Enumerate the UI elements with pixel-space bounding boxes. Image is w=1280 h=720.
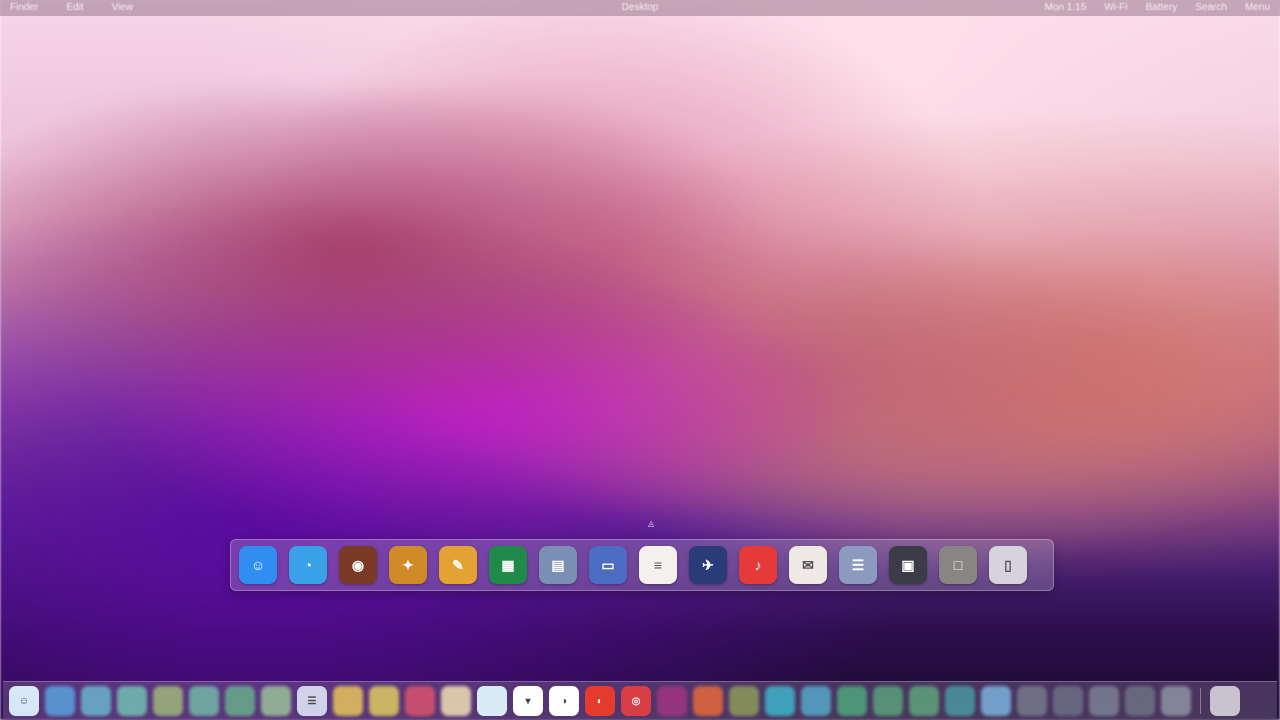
dock-app-18-icon[interactable] <box>657 686 687 716</box>
menu-status-3[interactable]: Battery <box>1146 0 1178 16</box>
editor-icon[interactable]: ✎ <box>439 546 477 584</box>
dock-app-24-icon[interactable] <box>873 686 903 716</box>
dock-trash-icon[interactable] <box>1210 686 1240 716</box>
dock-app-6-icon[interactable] <box>225 686 255 716</box>
browser-icon[interactable]: ◔ <box>289 546 327 584</box>
trash-icon[interactable]: ▯ <box>989 546 1027 584</box>
dock-app-4-icon[interactable] <box>153 686 183 716</box>
dock-app-30-icon[interactable] <box>1089 686 1119 716</box>
cursor-icon: ◬ <box>648 519 655 528</box>
dock-app-28-icon[interactable] <box>1017 686 1047 716</box>
dock-app-2-icon[interactable] <box>81 686 111 716</box>
menu-status-5[interactable]: Menu <box>1245 0 1270 16</box>
dock-app-3-icon[interactable] <box>117 686 147 716</box>
document-grid-icon[interactable]: ▤ <box>539 546 577 584</box>
text-document-icon[interactable]: ≡ <box>639 546 677 584</box>
dock-app-27-icon[interactable] <box>981 686 1011 716</box>
menu-status-1[interactable]: Mon 1:15 <box>1045 0 1087 16</box>
finder-dock-icon[interactable]: ☺ <box>9 686 39 716</box>
menu-status-2[interactable]: Wi-Fi <box>1104 0 1127 16</box>
menu-bar-right: Mon 1:15 Wi-Fi Battery Search Menu <box>1045 0 1280 16</box>
dock-app-17-icon[interactable]: ◎ <box>621 686 651 716</box>
dock-app-26-icon[interactable] <box>945 686 975 716</box>
menu-item-view[interactable]: View <box>112 0 134 16</box>
menu-bar-center-text: Desktop <box>621 2 659 13</box>
dock-app-1-icon[interactable] <box>45 686 75 716</box>
dock-app-21-icon[interactable] <box>765 686 795 716</box>
dock-app-15-icon[interactable]: ◑ <box>549 686 579 716</box>
app-switcher[interactable]: ☺ ◔ ◉ ✦ ✎ ▦ ▤ ▭ ≡ ✈ ♪ ✉ ☰ ▣ □ ▯ <box>230 539 1054 591</box>
dock-app-5-icon[interactable] <box>189 686 219 716</box>
dock-app-10-icon[interactable] <box>369 686 399 716</box>
dock-app-11-icon[interactable] <box>405 686 435 716</box>
media-app-icon[interactable]: ♪ <box>739 546 777 584</box>
settings-panel-icon[interactable]: ☰ <box>839 546 877 584</box>
dock-app-8-icon[interactable]: ☰ <box>297 686 327 716</box>
blue-folder-icon[interactable]: ▭ <box>589 546 627 584</box>
monitor-icon[interactable]: ▣ <box>889 546 927 584</box>
dock-app-29-icon[interactable] <box>1053 686 1083 716</box>
dock-app-31-icon[interactable] <box>1125 686 1155 716</box>
dock-app-14-icon[interactable]: ▾ <box>513 686 543 716</box>
notes-icon[interactable]: ✉ <box>789 546 827 584</box>
menu-item-finder[interactable]: Finder <box>10 0 38 16</box>
menu-bar-title: Desktop <box>622 0 659 16</box>
menu-bar-left: Finder Edit View <box>0 0 133 16</box>
dock-app-9-icon[interactable] <box>333 686 363 716</box>
dock-app-13-icon[interactable] <box>477 686 507 716</box>
dock: ☺ ☰ ▾ ◑ ◐ ◎ <box>3 681 1277 720</box>
dock-app-22-icon[interactable] <box>801 686 831 716</box>
spreadsheet-icon[interactable]: ▦ <box>489 546 527 584</box>
window-icon[interactable]: □ <box>939 546 977 584</box>
dock-app-16-icon[interactable]: ◐ <box>585 686 615 716</box>
finder-icon[interactable]: ☺ <box>239 546 277 584</box>
dock-app-32-icon[interactable] <box>1161 686 1191 716</box>
photo-app-icon[interactable]: ◉ <box>339 546 377 584</box>
dock-app-19-icon[interactable] <box>693 686 723 716</box>
dock-app-20-icon[interactable] <box>729 686 759 716</box>
dock-separator <box>1200 688 1201 714</box>
dock-app-7-icon[interactable] <box>261 686 291 716</box>
menu-status-4[interactable]: Search <box>1195 0 1227 16</box>
dock-app-12-icon[interactable] <box>441 686 471 716</box>
launcher-icon[interactable]: ✈ <box>689 546 727 584</box>
dock-app-25-icon[interactable] <box>909 686 939 716</box>
menu-bar: Finder Edit View Desktop Mon 1:15 Wi-Fi … <box>0 0 1280 16</box>
game-icon[interactable]: ✦ <box>389 546 427 584</box>
dock-app-23-icon[interactable] <box>837 686 867 716</box>
menu-item-edit[interactable]: Edit <box>66 0 83 16</box>
